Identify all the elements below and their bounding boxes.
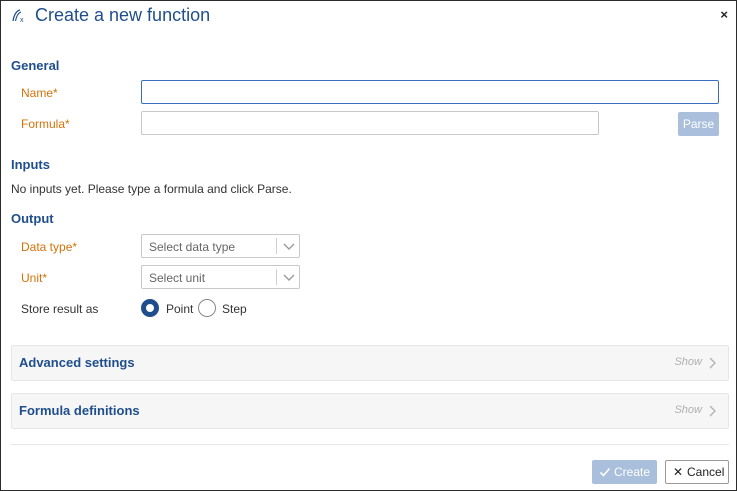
parse-button[interactable]: Parse <box>678 112 719 136</box>
chevron-down-icon[interactable] <box>282 270 296 284</box>
cancel-button[interactable]: ✕ Cancel <box>665 460 729 484</box>
unit-select[interactable]: Select unit <box>141 265 300 289</box>
cancel-button-label: Cancel <box>687 465 725 479</box>
unit-label: Unit* <box>21 271 48 285</box>
select-separator <box>276 238 277 254</box>
unit-placeholder: Select unit <box>149 271 206 285</box>
required-marker: * <box>53 86 58 100</box>
store-result-label: Store result as <box>21 302 99 316</box>
close-icon[interactable]: × <box>720 7 728 22</box>
required-marker: * <box>65 117 70 131</box>
radio-step-label[interactable]: Step <box>222 302 247 316</box>
chevron-right-icon[interactable] <box>706 404 718 418</box>
panel-title: Formula definitions <box>19 403 140 418</box>
create-button[interactable]: Create <box>592 460 657 484</box>
required-marker: * <box>42 271 48 285</box>
select-separator <box>276 269 277 285</box>
fx-icon: x <box>12 9 24 24</box>
chevron-right-icon[interactable] <box>706 356 718 370</box>
name-input[interactable] <box>141 80 719 104</box>
data-type-label: Data type* <box>21 240 78 254</box>
inputs-empty-message: No inputs yet. Please type a formula and… <box>11 182 292 196</box>
section-output-title: Output <box>11 211 54 226</box>
name-label: Name* <box>21 86 58 100</box>
close-x-icon: ✕ <box>673 465 684 479</box>
radio-point[interactable] <box>141 299 159 317</box>
svg-text:x: x <box>20 17 24 24</box>
panel-show-toggle[interactable]: Show <box>674 404 702 416</box>
panel-title: Advanced settings <box>19 355 135 370</box>
formula-input[interactable] <box>141 111 599 135</box>
chevron-down-icon[interactable] <box>282 239 296 253</box>
create-button-label: Create <box>614 465 651 479</box>
data-type-select[interactable]: Select data type <box>141 234 300 258</box>
section-inputs-title: Inputs <box>11 157 50 172</box>
dialog-header: x Create a new function × <box>1 1 736 31</box>
panel-show-toggle[interactable]: Show <box>674 356 702 368</box>
radio-step[interactable] <box>198 299 216 317</box>
data-type-placeholder: Select data type <box>149 240 236 254</box>
radio-point-label[interactable]: Point <box>166 302 193 316</box>
panel-advanced-settings[interactable]: Advanced settings Show <box>11 345 729 381</box>
dialog-title: Create a new function <box>35 5 211 25</box>
check-icon <box>599 467 611 477</box>
footer-divider <box>11 444 729 445</box>
panel-formula-definitions[interactable]: Formula definitions Show <box>11 393 729 429</box>
required-marker: * <box>72 240 78 254</box>
section-general-title: General <box>11 58 60 73</box>
formula-label: Formula* <box>21 117 70 131</box>
create-function-dialog: x Create a new function × General Name* … <box>0 0 737 491</box>
